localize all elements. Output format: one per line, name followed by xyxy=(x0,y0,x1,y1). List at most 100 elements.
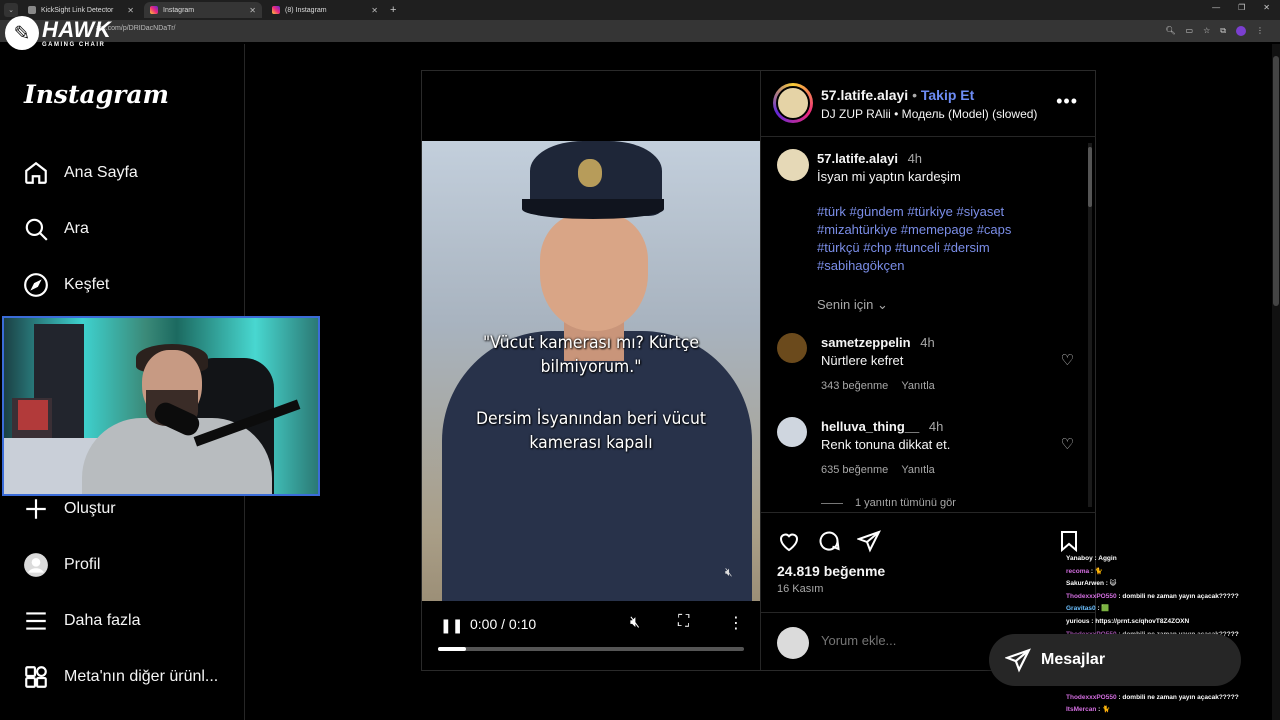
minimize-icon[interactable]: — xyxy=(1212,3,1220,12)
view-replies-label: 1 yanıtın tümünü gör xyxy=(855,497,956,509)
sidebar-item-meta[interactable]: Meta'nın diğer ürünl... xyxy=(22,662,218,692)
extensions-icon[interactable]: ⧉ xyxy=(1220,26,1226,36)
browser-tab[interactable]: (8) Instagram ✕ xyxy=(266,2,384,18)
sponsor-logo-word: HAWK xyxy=(42,16,112,42)
sidebar-item-home[interactable]: Ana Sayfa xyxy=(22,158,138,188)
instagram-logo[interactable]: Instagram xyxy=(24,80,169,109)
author-username[interactable]: 57.latife.alayi xyxy=(817,151,898,166)
video-progress-fill xyxy=(438,647,466,651)
post-modal: "Vücut kamerası mı? Kürtçe bilmiyorum." … xyxy=(421,70,1096,671)
sidebar-item-label: Profil xyxy=(64,556,101,573)
cast-icon[interactable]: ▭ xyxy=(1186,26,1194,36)
chat-message: ThodexxxPO550 : dombili ne zaman yayın a… xyxy=(1066,591,1266,604)
browser-tab-bar: ⌄ KickSight Link Detector ✕ Instagram ✕ … xyxy=(0,0,1280,20)
reply-button[interactable]: Yanıtla xyxy=(901,380,934,392)
webcam-overlay xyxy=(2,316,320,496)
toolbar-icons: 🔍︎ ▭ ☆ ⧉ ⋮ xyxy=(1165,26,1264,36)
plus-icon xyxy=(22,495,50,523)
heart-icon[interactable]: ♡ xyxy=(1061,435,1074,453)
video-player[interactable]: "Vücut kamerası mı? Kürtçe bilmiyorum." … xyxy=(422,71,760,670)
tab-search-button[interactable]: ⌄ xyxy=(4,3,18,17)
new-tab-button[interactable]: + xyxy=(390,4,396,16)
page-scrollbar[interactable] xyxy=(1272,44,1280,720)
chevron-down-icon: ⌄ xyxy=(877,297,888,312)
sidebar-item-more[interactable]: Daha fazla xyxy=(22,606,141,636)
sidebar-item-label: Ara xyxy=(64,220,89,237)
sidebar-item-create[interactable]: Oluştur xyxy=(22,494,116,524)
view-replies-button[interactable]: 1 yanıtın tümünü gör xyxy=(821,497,956,509)
chat-message: Yanaboy : Aggin xyxy=(1066,553,1266,566)
browser-menu-icon[interactable]: ⋮ xyxy=(1256,26,1264,36)
for-you-label: Senin için xyxy=(817,297,874,312)
sidebar-item-profile[interactable]: Profil xyxy=(22,550,100,580)
share-icon[interactable] xyxy=(856,529,881,553)
video-progress-bar[interactable] xyxy=(438,647,744,651)
feather-icon: ✎ xyxy=(5,16,39,50)
reply-button[interactable]: Yanıtla xyxy=(901,464,934,476)
tab-favicon xyxy=(28,6,36,14)
separator-dot: • xyxy=(912,87,917,103)
save-bookmark-icon[interactable] xyxy=(1057,529,1081,553)
zoom-icon[interactable]: 🔍︎ xyxy=(1165,26,1175,36)
fullscreen-icon[interactable]: ⛶ xyxy=(678,613,689,631)
author-username[interactable]: 57.latife.alayi xyxy=(821,87,908,103)
bookmark-star-icon[interactable]: ☆ xyxy=(1203,26,1210,36)
follow-button[interactable]: Takip Et xyxy=(921,87,974,103)
like-heart-icon[interactable] xyxy=(777,529,801,553)
post-actions: 24.819 beğenme 16 Kasım xyxy=(761,512,1096,612)
grid-icon xyxy=(22,663,50,691)
chat-username: ItsMercan xyxy=(1066,706,1097,714)
post-date: 16 Kasım xyxy=(777,583,824,595)
chat-message: ItsMercan : 🐈 xyxy=(1066,704,1266,717)
more-options-icon[interactable]: ⋮ xyxy=(728,613,744,633)
audio-track[interactable]: DJ ZUP RAlii • Модель (Model) (slowed) xyxy=(821,107,1037,121)
sidebar-item-label: Keşfet xyxy=(64,276,110,293)
chat-text: : 🟩 xyxy=(1095,605,1110,613)
comment-text: Nürtlere kefret xyxy=(821,353,904,368)
search-icon xyxy=(22,215,50,243)
chat-text: : 🐈 xyxy=(1096,706,1111,714)
post-header: 57.latife.alayi • Takip Et DJ ZUP RAlii … xyxy=(761,71,1096,137)
comment-likes[interactable]: 343 beğenme xyxy=(821,380,888,392)
like-count[interactable]: 24.819 beğenme xyxy=(777,563,885,579)
pause-icon[interactable]: ❚❚ xyxy=(440,617,463,634)
close-icon[interactable]: ✕ xyxy=(127,6,134,15)
chat-username: yurious xyxy=(1066,617,1090,625)
muted-overlay-icon[interactable]: 🔇︎ xyxy=(725,565,733,580)
chat-message: Gravitas0 : 🟩 xyxy=(1066,603,1266,616)
browser-tab-active[interactable]: Instagram ✕ xyxy=(144,2,262,18)
author-avatar[interactable] xyxy=(773,83,813,123)
tab-title: Instagram xyxy=(163,6,195,14)
maximize-icon[interactable]: ❐ xyxy=(1238,3,1245,12)
commenter-avatar[interactable] xyxy=(777,417,807,447)
more-options-icon[interactable]: ••• xyxy=(1056,91,1078,112)
tab-title: KickSight Link Detector xyxy=(41,6,114,14)
comment-username[interactable]: sametzeppelin xyxy=(821,335,911,350)
close-icon[interactable]: ✕ xyxy=(371,6,378,15)
comment-input[interactable] xyxy=(821,633,1021,648)
author-avatar[interactable] xyxy=(777,149,809,181)
comment-text: Renk tonuna dikkat et. xyxy=(821,437,951,452)
for-you-dropdown[interactable]: Senin için ⌄ xyxy=(817,297,888,313)
post-hashtags[interactable]: #türk #gündem #türkiye #siyaset #mizahtü… xyxy=(817,203,1057,275)
comment-likes[interactable]: 635 beğenme xyxy=(821,464,888,476)
chat-text: : dombili ne zaman yayın açacak????? xyxy=(1116,693,1239,701)
comment-username[interactable]: helluva_thing__ xyxy=(821,419,919,434)
video-caption-text: Dersim İsyanından beri vücut kamerası ka… xyxy=(475,409,707,453)
chat-username: ThodexxxPO550 xyxy=(1066,693,1117,701)
chat-username: Yanaboy xyxy=(1066,555,1093,562)
commenter-avatar[interactable] xyxy=(777,333,807,363)
sidebar-item-explore[interactable]: Keşfet xyxy=(22,270,109,300)
heart-icon[interactable]: ♡ xyxy=(1061,351,1074,369)
comment-icon[interactable] xyxy=(817,529,841,553)
messages-button[interactable]: Mesajlar xyxy=(989,634,1241,686)
instagram-favicon xyxy=(272,6,280,14)
close-icon[interactable]: ✕ xyxy=(249,6,256,15)
profile-avatar[interactable] xyxy=(1236,26,1246,36)
mute-icon[interactable]: 🔇︎ xyxy=(630,614,640,632)
close-window-icon[interactable]: ✕ xyxy=(1263,3,1270,12)
sidebar-item-search[interactable]: Ara xyxy=(22,214,89,244)
chat-text: : Aggin xyxy=(1092,555,1117,562)
menu-icon xyxy=(22,607,50,635)
comments-scrollbar[interactable] xyxy=(1088,143,1092,507)
